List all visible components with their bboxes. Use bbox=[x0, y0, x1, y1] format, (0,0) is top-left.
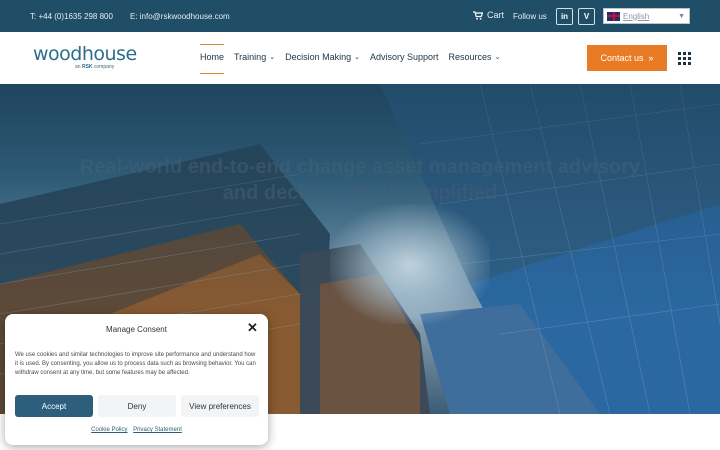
uk-flag-icon bbox=[607, 11, 620, 21]
nav-item-home[interactable]: Home bbox=[200, 44, 225, 74]
cookie-title: Manage Consent bbox=[106, 325, 167, 334]
language-select[interactable]: English ▼ bbox=[603, 8, 690, 24]
privacy-statement-link[interactable]: Privacy Statement bbox=[133, 427, 182, 433]
email-address[interactable]: E: info@rskwoodhouse.com bbox=[130, 12, 230, 21]
nav-item-decision-making[interactable]: Decision Making ⌄ bbox=[285, 52, 360, 68]
nav-label: Resources bbox=[448, 52, 492, 62]
view-preferences-button[interactable]: View preferences bbox=[181, 395, 259, 417]
accept-button[interactable]: Accept bbox=[15, 395, 93, 417]
nav-item-advisory-support[interactable]: Advisory Support bbox=[370, 52, 439, 68]
woodhouse-logo[interactable]: woodhouse an RSK company bbox=[33, 43, 137, 71]
nav-label: Advisory Support bbox=[369, 52, 439, 62]
cookie-consent-dialog: Manage Consent ✕ We use cookies and simi… bbox=[5, 314, 268, 445]
chevron-down-icon: ⌄ bbox=[269, 54, 276, 61]
top-bar: T: +44 (0)1635 298 800 E: info@rskwoodho… bbox=[0, 0, 720, 32]
language-label: English bbox=[623, 11, 650, 21]
contact-label: Contact us bbox=[600, 53, 644, 63]
deny-button[interactable]: Deny bbox=[98, 395, 176, 417]
cookie-policy-link[interactable]: Cookie Policy bbox=[91, 427, 127, 433]
cookie-links: Cookie Policy Privacy Statement bbox=[5, 427, 268, 433]
site-header: woodhouse an RSK company Home Training ⌄… bbox=[0, 32, 720, 84]
double-chevron-right-icon: » bbox=[648, 53, 654, 63]
main-nav: Home Training ⌄ Decision Making ⌄ Adviso… bbox=[200, 44, 510, 74]
grid-menu-icon[interactable] bbox=[678, 52, 691, 65]
close-icon[interactable]: ✕ bbox=[247, 321, 258, 334]
nav-label: Decision Making bbox=[285, 52, 352, 62]
hero-headline: Real-world end-to-end change asset manag… bbox=[79, 156, 641, 204]
logo-wordmark: woodhouse bbox=[33, 43, 137, 65]
linkedin-icon[interactable]: in bbox=[556, 8, 573, 25]
phone-number[interactable]: T: +44 (0)1635 298 800 bbox=[30, 12, 113, 21]
cookie-body-text: We use cookies and similar technologies … bbox=[15, 352, 256, 376]
chevron-down-icon: ▼ bbox=[678, 12, 685, 20]
contact-us-button[interactable]: Contact us » bbox=[587, 45, 667, 71]
chevron-down-icon: ⌄ bbox=[354, 54, 360, 61]
nav-item-training[interactable]: Training ⌄ bbox=[234, 52, 275, 68]
follow-us-label: Follow us bbox=[513, 12, 547, 21]
chevron-down-icon: ⌄ bbox=[494, 54, 501, 61]
cart-label: Cart bbox=[487, 10, 505, 20]
vimeo-icon[interactable]: V bbox=[578, 8, 595, 25]
nav-item-resources[interactable]: Resources ⌄ bbox=[449, 52, 501, 68]
nav-label: Training bbox=[234, 52, 267, 62]
cart-icon bbox=[473, 10, 483, 20]
nav-label: Home bbox=[200, 52, 225, 62]
logo-tagline: an RSK company bbox=[75, 64, 115, 70]
cart-link[interactable]: Cart bbox=[473, 10, 504, 20]
